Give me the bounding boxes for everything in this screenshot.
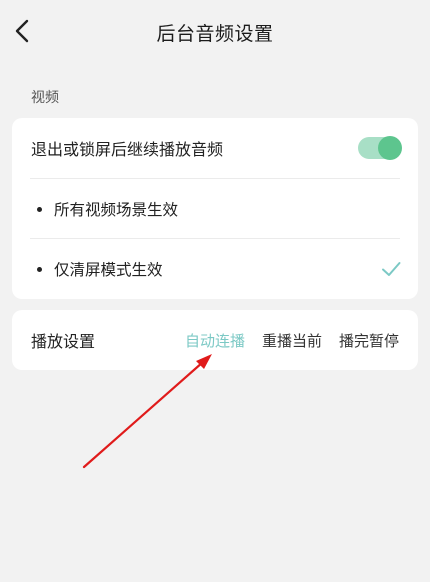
- continue-audio-row[interactable]: 退出或锁屏后继续播放音频: [12, 118, 418, 178]
- option-label: 仅清屏模式生效: [54, 261, 163, 279]
- continue-audio-label: 退出或锁屏后继续播放音频: [31, 140, 224, 159]
- bullet-icon: [37, 266, 42, 272]
- option-clear-screen-only[interactable]: 仅清屏模式生效: [12, 239, 418, 299]
- bullet-icon: [37, 206, 42, 212]
- toggle-knob: [378, 136, 402, 160]
- playback-settings-row: 播放设置 自动连播 重播当前 播完暂停: [12, 310, 418, 370]
- playback-settings-label: 播放设置: [31, 332, 96, 351]
- option-auto-continue[interactable]: 自动连播: [185, 330, 245, 351]
- playback-settings-card: 播放设置 自动连播 重播当前 播完暂停: [12, 310, 418, 370]
- page-title: 后台音频设置: [156, 23, 274, 45]
- section-label: 视频: [31, 90, 59, 106]
- option-pause-after[interactable]: 播完暂停: [339, 330, 399, 351]
- option-label: 所有视频场景生效: [54, 201, 179, 219]
- option-replay-current[interactable]: 重播当前: [262, 330, 322, 351]
- checkmark-icon: [382, 262, 401, 276]
- option-all-scenes[interactable]: 所有视频场景生效: [12, 179, 418, 239]
- header-bar: 后台音频设置: [0, 0, 430, 64]
- continue-audio-toggle[interactable]: [358, 136, 402, 160]
- background-audio-card: 退出或锁屏后继续播放音频 所有视频场景生效 仅清屏模式生效: [12, 118, 418, 299]
